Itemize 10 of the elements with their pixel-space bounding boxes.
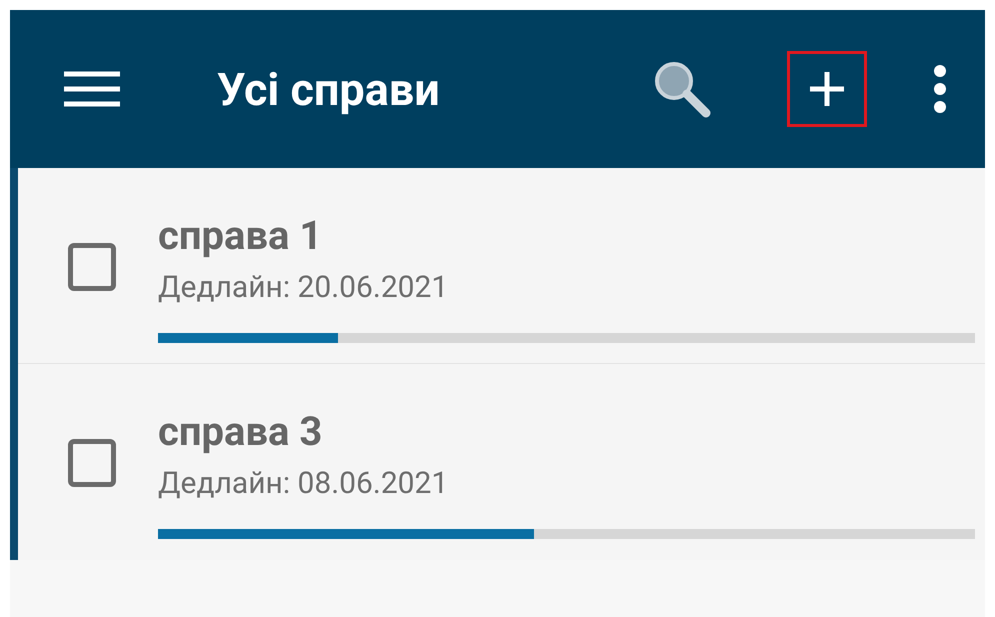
add-button[interactable] bbox=[787, 51, 867, 127]
task-checkbox[interactable] bbox=[68, 243, 116, 291]
more-icon bbox=[932, 64, 948, 114]
menu-icon bbox=[64, 71, 120, 107]
task-checkbox[interactable] bbox=[68, 439, 116, 487]
deadline-text: Дедлайн: 08.06.2021 bbox=[158, 465, 450, 503]
task-title: справа 3 bbox=[158, 408, 324, 456]
task-title: справа 1 bbox=[158, 212, 324, 260]
plus-icon bbox=[807, 69, 847, 109]
deadline-text: Дедлайн: 20.06.2021 bbox=[158, 269, 450, 307]
